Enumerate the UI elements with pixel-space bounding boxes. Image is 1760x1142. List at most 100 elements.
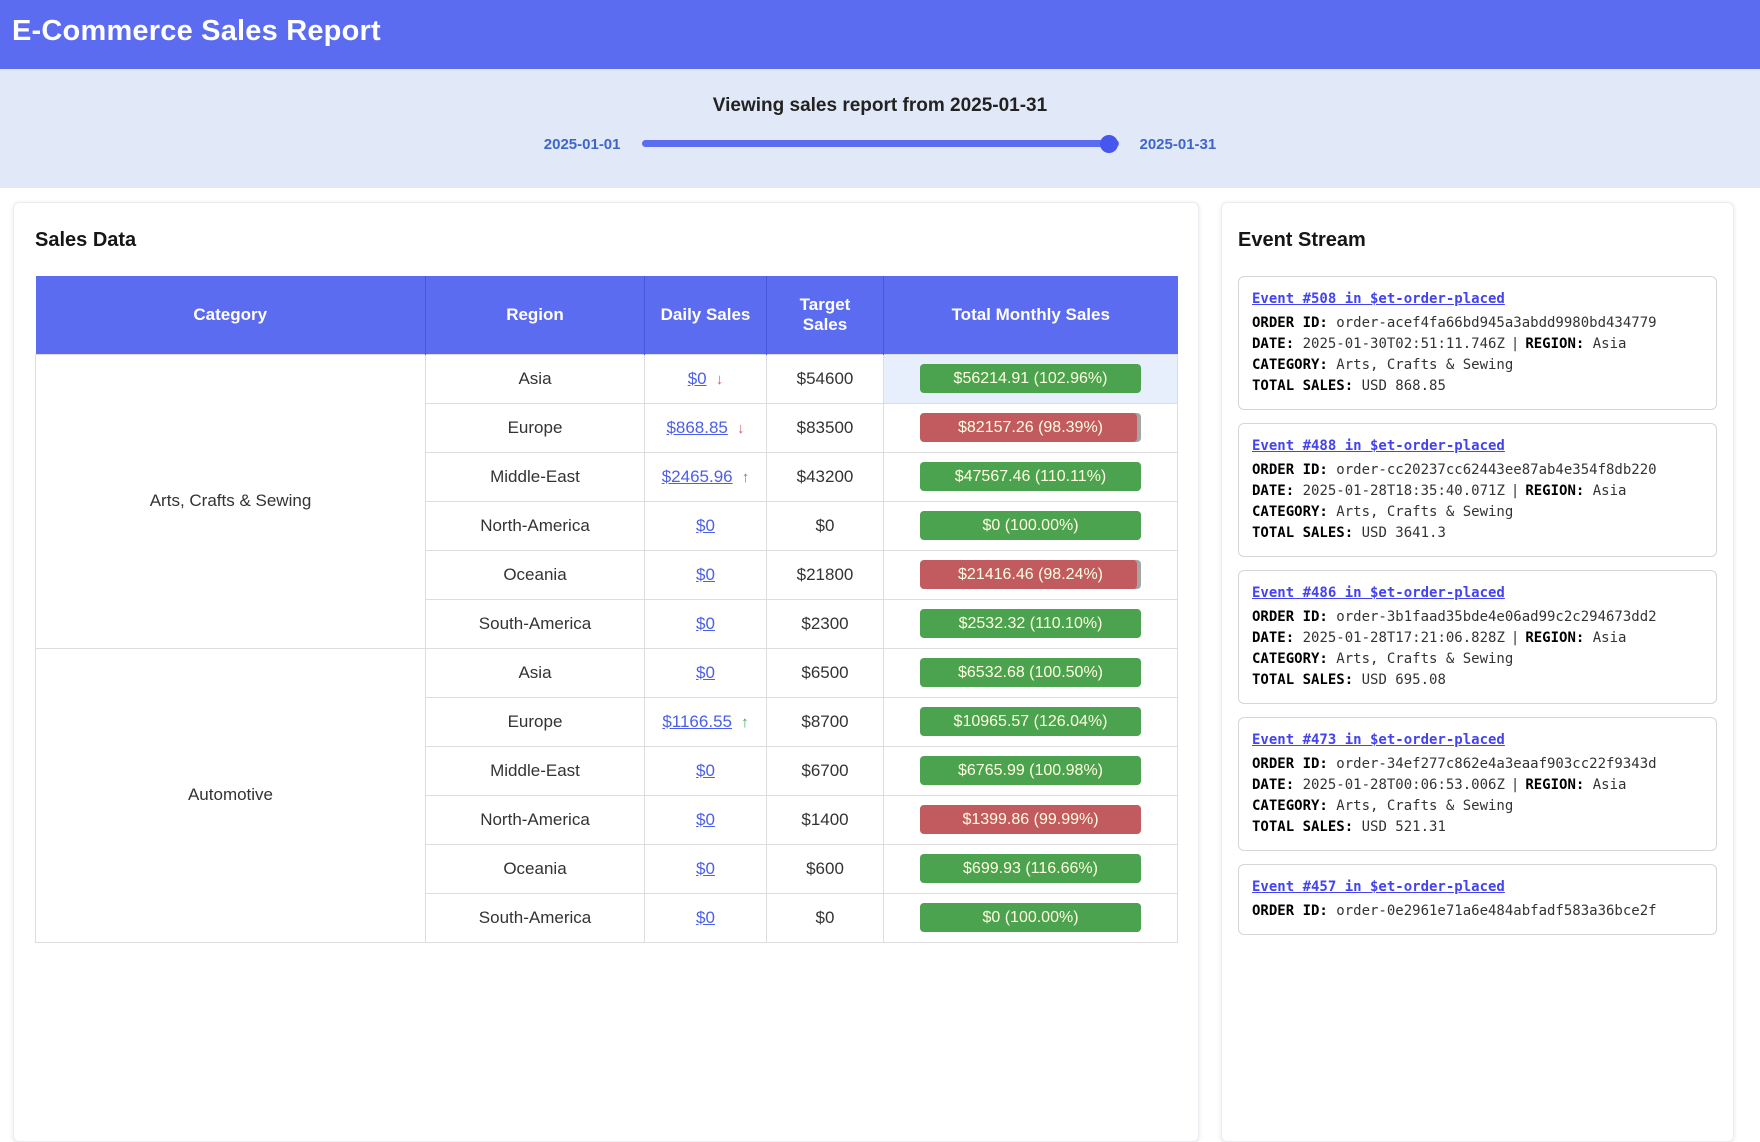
daily-sales-link[interactable]: $1166.55 [662,712,732,731]
event-category-label: CATEGORY: [1252,504,1328,520]
target-sales-cell: $600 [767,844,884,893]
monthly-progress-bar: $6765.99 (100.98%) [920,756,1141,785]
sales-data-card: Sales Data CategoryRegionDaily SalesTarg… [13,202,1199,1142]
event-total-sales: TOTAL SALES: USD 521.31 [1252,817,1703,838]
event-separator: | [1511,336,1519,352]
trend-up-icon: ↑ [738,469,750,486]
event-date-label: DATE: [1252,630,1294,646]
event-category: CATEGORY: Arts, Crafts & Sewing [1252,502,1703,523]
event-category: CATEGORY: Arts, Crafts & Sewing [1252,796,1703,817]
region-cell: Oceania [426,550,645,599]
region-cell: North-America [426,795,645,844]
daily-sales-link[interactable]: $0 [696,859,715,878]
daily-sales-cell: $0 [645,599,767,648]
daily-sales-link[interactable]: $0 [696,663,715,682]
total-monthly-cell: $82157.26 (98.39%) [884,403,1178,452]
daily-sales-link[interactable]: $0 [696,516,715,535]
event-total-sales-label: TOTAL SALES: [1252,672,1353,688]
event-separator: | [1511,630,1519,646]
monthly-total-label: $699.93 (116.66%) [920,854,1141,883]
event-link[interactable]: Event #473 in $et-order-placed [1252,732,1505,748]
monthly-progress-bar: $82157.26 (98.39%) [920,413,1141,442]
event-total-sales: TOTAL SALES: USD 695.08 [1252,670,1703,691]
event-date-label: DATE: [1252,336,1294,352]
region-cell: North-America [426,501,645,550]
slider-track[interactable] [642,140,1119,147]
event-link[interactable]: Event #508 in $et-order-placed [1252,291,1505,307]
monthly-progress-bar: $1399.86 (99.99%) [920,805,1141,834]
event-card: Event #473 in $et-order-placedORDER ID: … [1238,717,1717,851]
monthly-total-label: $1399.86 (99.99%) [920,805,1141,834]
report-range-title: Viewing sales report from 2025-01-31 [0,69,1760,117]
column-header-category: Category [36,276,426,354]
monthly-total-label: $56214.91 (102.96%) [920,364,1141,393]
daily-sales-link[interactable]: $0 [688,369,707,388]
event-region-label: REGION: [1525,483,1584,499]
region-cell: Asia [426,648,645,697]
daily-sales-link[interactable]: $0 [696,565,715,584]
event-separator: | [1511,483,1519,499]
daily-sales-cell: $868.85 ↓ [645,403,767,452]
total-monthly-cell: $6532.68 (100.50%) [884,648,1178,697]
daily-sales-cell: $0 ↓ [645,354,767,403]
event-order-id-label: ORDER ID: [1252,315,1328,331]
event-card: Event #488 in $et-order-placedORDER ID: … [1238,423,1717,557]
daily-sales-link[interactable]: $2465.96 [662,467,733,486]
event-link[interactable]: Event #486 in $et-order-placed [1252,585,1505,601]
daily-sales-link[interactable]: $0 [696,810,715,829]
daily-sales-link[interactable]: $868.85 [666,418,727,437]
event-date-region: DATE: 2025-01-28T00:06:53.006Z|REGION: A… [1252,775,1703,796]
event-date-label: DATE: [1252,777,1294,793]
event-link[interactable]: Event #488 in $et-order-placed [1252,438,1505,454]
event-list: Event #508 in $et-order-placed ORDER ID: … [1238,276,1717,935]
daily-sales-link[interactable]: $0 [696,761,715,780]
daily-sales-cell: $0 [645,844,767,893]
category-cell: Automotive [36,648,426,942]
monthly-progress-bar: $6532.68 (100.50%) [920,658,1141,687]
event-total-sales: TOTAL SALES: USD 868.85 [1252,376,1703,397]
column-header-daily-sales: Daily Sales [645,276,767,354]
monthly-progress-bar: $56214.91 (102.96%) [920,364,1141,393]
target-sales-cell: $43200 [767,452,884,501]
daily-sales-link[interactable]: $0 [696,614,715,633]
column-header-region: Region [426,276,645,354]
target-sales-cell: $8700 [767,697,884,746]
slider-min-label: 2025-01-01 [544,136,621,153]
event-link[interactable]: Event #457 in $et-order-placed [1252,879,1505,895]
event-order-id-label: ORDER ID: [1252,609,1328,625]
event-region-label: REGION: [1525,336,1584,352]
daily-sales-cell: $1166.55 ↑ [645,697,767,746]
event-category: CATEGORY: Arts, Crafts & Sewing [1252,355,1703,376]
total-monthly-cell: $1399.86 (99.99%) [884,795,1178,844]
trend-up-icon: ↑ [737,714,749,731]
region-cell: Middle-East [426,746,645,795]
target-sales-cell: $1400 [767,795,884,844]
daily-sales-cell: $0 [645,550,767,599]
category-cell: Arts, Crafts & Sewing [36,354,426,648]
monthly-progress-bar: $21416.46 (98.24%) [920,560,1141,589]
event-total-sales: TOTAL SALES: USD 3641.3 [1252,523,1703,544]
event-date-region: DATE: 2025-01-30T02:51:11.746Z|REGION: A… [1252,334,1703,355]
slider-thumb[interactable] [1100,135,1118,153]
daily-sales-cell: $0 [645,648,767,697]
monthly-total-label: $21416.46 (98.24%) [920,560,1141,589]
date-slider-row: 2025-01-01 2025-01-31 [0,135,1760,153]
daily-sales-cell: $0 [645,795,767,844]
daily-sales-link[interactable]: $0 [696,908,715,927]
event-order-id: ORDER ID: order-0e2961e71a6e484abfadf583… [1252,901,1703,922]
trend-down-icon: ↓ [712,371,724,388]
sales-table-header-row: CategoryRegionDaily SalesTarget SalesTot… [36,276,1178,354]
region-cell: South-America [426,599,645,648]
region-cell: Asia [426,354,645,403]
table-row: Arts, Crafts & SewingAsia$0 ↓$54600$5621… [36,354,1178,403]
event-card: Event #508 in $et-order-placedORDER ID: … [1238,276,1717,410]
total-monthly-cell: $0 (100.00%) [884,893,1178,942]
target-sales-cell: $0 [767,893,884,942]
event-total-sales-label: TOTAL SALES: [1252,819,1353,835]
date-slider[interactable] [642,135,1119,153]
column-header-target-sales: Target Sales [767,276,884,354]
main-content: Sales Data CategoryRegionDaily SalesTarg… [0,188,1760,1142]
region-cell: Europe [426,403,645,452]
event-separator: | [1511,777,1519,793]
column-header-total-monthly-sales: Total Monthly Sales [884,276,1178,354]
